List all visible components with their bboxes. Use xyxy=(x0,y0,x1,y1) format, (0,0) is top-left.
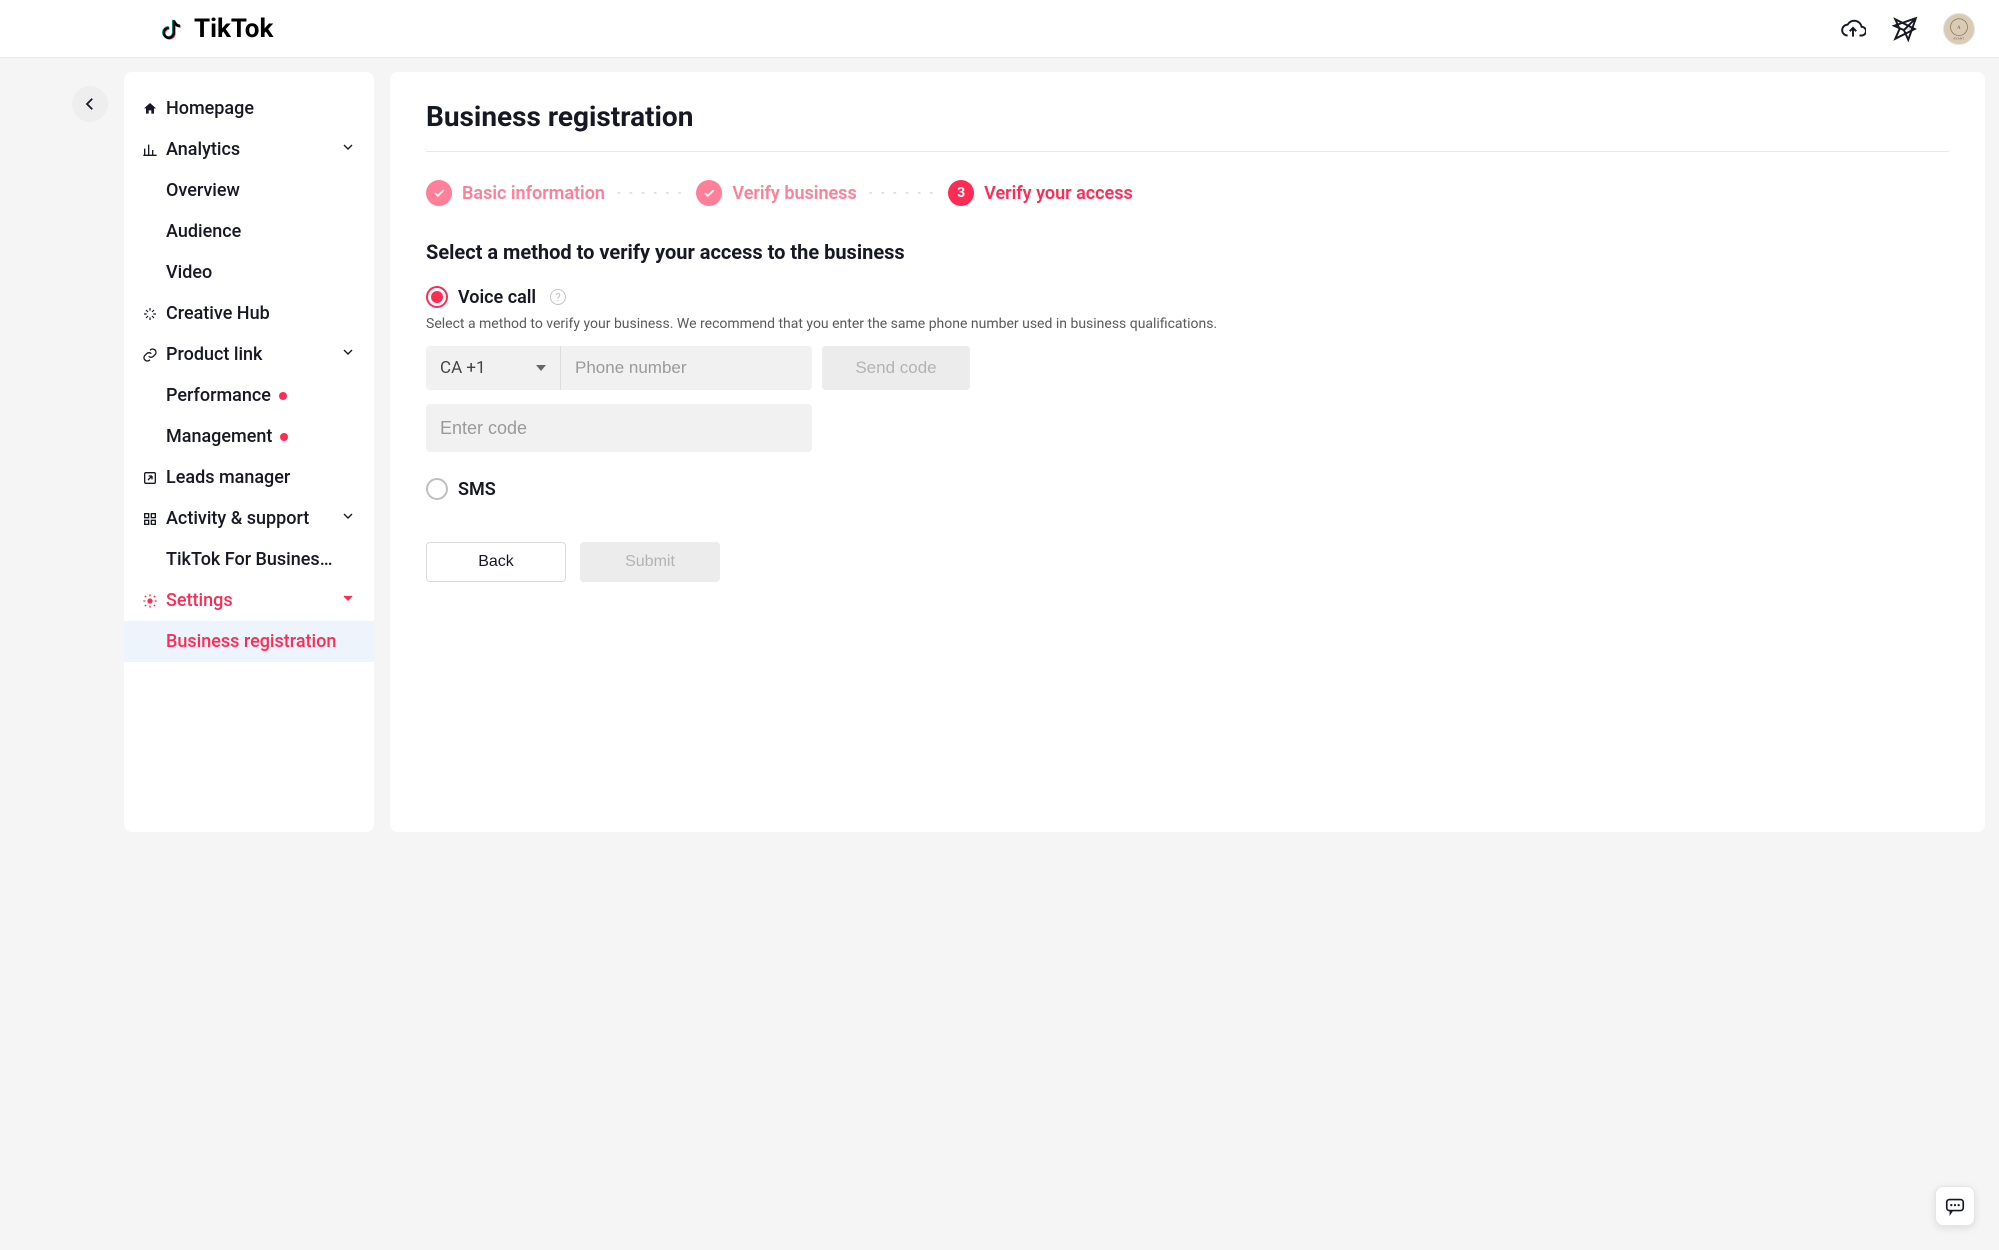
chevron-down-icon xyxy=(340,590,356,606)
sidebar-label: Activity & support xyxy=(166,508,309,529)
radio-label: Voice call xyxy=(458,287,536,308)
chat-fab[interactable] xyxy=(1935,1186,1975,1226)
sidebar-item-creative-hub[interactable]: Creative Hub xyxy=(124,293,374,334)
step-verify-business: Verify business xyxy=(696,180,856,206)
sidebar-item-leads-manager[interactable]: Leads manager xyxy=(124,457,374,498)
button-row: Back Submit xyxy=(426,542,1949,582)
sidebar-item-performance[interactable]: Performance xyxy=(124,375,374,416)
header: TikTok A AVANT xyxy=(0,0,1999,58)
step-separator: - - - - - - xyxy=(869,188,936,199)
sidebar-item-management[interactable]: Management xyxy=(124,416,374,457)
sidebar-item-analytics[interactable]: Analytics xyxy=(124,129,374,170)
section-title: Select a method to verify your access to… xyxy=(426,240,1949,264)
sidebar-label: Leads manager xyxy=(166,467,290,488)
voice-hint-text: Select a method to verify your business.… xyxy=(426,316,1949,332)
analytics-icon xyxy=(142,142,158,158)
tiktok-logo[interactable]: TikTok xyxy=(160,14,273,44)
sidebar-label: Creative Hub xyxy=(166,303,270,324)
dropdown-triangle-icon xyxy=(536,365,546,371)
notification-dot-icon xyxy=(279,392,287,400)
step-label: Verify your access xyxy=(984,183,1133,204)
sidebar-item-product-link[interactable]: Product link xyxy=(124,334,374,375)
country-code-select[interactable]: CA +1 xyxy=(426,346,560,390)
chat-icon xyxy=(1944,1195,1966,1217)
sidebar-label: Analytics xyxy=(166,139,240,160)
chevron-down-icon xyxy=(340,508,356,524)
radio-voice-call[interactable]: Voice call ? xyxy=(426,286,1949,308)
check-icon xyxy=(426,180,452,206)
step-verify-access: 3 Verify your access xyxy=(948,180,1133,206)
cloud-upload-icon[interactable] xyxy=(1839,15,1867,43)
page-title: Business registration xyxy=(426,100,1949,133)
home-icon xyxy=(142,101,158,117)
divider xyxy=(426,151,1949,152)
sidebar-item-tiktok-for-business[interactable]: TikTok For Busines… xyxy=(124,539,374,580)
sidebar-label: Overview xyxy=(166,180,240,201)
back-button[interactable]: Back xyxy=(426,542,566,582)
sidebar-label: TikTok For Busines… xyxy=(166,549,332,570)
brand-text: TikTok xyxy=(194,14,273,44)
gear-icon xyxy=(142,593,158,609)
sidebar-item-business-registration[interactable]: Business registration xyxy=(124,621,374,662)
page-wrap: Homepage Analytics Overview Audience Vid… xyxy=(0,58,1999,846)
sidebar-label: Business registration xyxy=(166,631,336,652)
verification-code-input[interactable] xyxy=(426,404,812,452)
external-icon xyxy=(142,470,158,486)
send-icon[interactable] xyxy=(1891,15,1919,43)
header-right: A AVANT xyxy=(1839,13,1975,45)
sidebar-item-settings[interactable]: Settings xyxy=(124,580,374,621)
country-code-value: CA +1 xyxy=(440,358,486,378)
svg-text:A: A xyxy=(1957,26,1961,31)
sidebar-label: Audience xyxy=(166,221,241,242)
radio-indicator xyxy=(426,286,448,308)
tiktok-note-icon xyxy=(160,14,190,44)
stepper: Basic information - - - - - - Verify bus… xyxy=(426,180,1949,206)
submit-button[interactable]: Submit xyxy=(580,542,720,582)
radio-sms[interactable]: SMS xyxy=(426,478,1949,500)
step-basic-information: Basic information xyxy=(426,180,605,206)
sidebar-collapse-button[interactable] xyxy=(72,86,108,122)
sidebar-label: Settings xyxy=(166,590,233,611)
link-icon xyxy=(142,347,158,363)
step-label: Verify business xyxy=(732,183,856,204)
step-number-badge: 3 xyxy=(948,180,974,206)
sidebar-item-video[interactable]: Video xyxy=(124,252,374,293)
radio-label: SMS xyxy=(458,479,496,500)
svg-text:AVANT: AVANT xyxy=(1953,36,1964,40)
check-icon xyxy=(696,180,722,206)
chevron-down-icon xyxy=(340,139,356,155)
grid-icon xyxy=(142,511,158,527)
step-separator: - - - - - - xyxy=(617,188,684,199)
sparkle-icon xyxy=(142,306,158,322)
send-code-button[interactable]: Send code xyxy=(822,346,970,390)
sidebar: Homepage Analytics Overview Audience Vid… xyxy=(124,72,374,832)
sidebar-item-audience[interactable]: Audience xyxy=(124,211,374,252)
avatar[interactable]: A AVANT xyxy=(1943,13,1975,45)
sidebar-label: Video xyxy=(166,262,212,283)
sidebar-label: Performance xyxy=(166,385,271,406)
sidebar-label: Product link xyxy=(166,344,262,365)
info-icon[interactable]: ? xyxy=(550,289,566,305)
radio-indicator xyxy=(426,478,448,500)
phone-number-input[interactable] xyxy=(560,346,812,390)
sidebar-label: Management xyxy=(166,426,272,447)
step-label: Basic information xyxy=(462,183,605,204)
sidebar-item-homepage[interactable]: Homepage xyxy=(124,88,374,129)
sidebar-item-activity-support[interactable]: Activity & support xyxy=(124,498,374,539)
sidebar-label: Homepage xyxy=(166,98,254,119)
main-card: Business registration Basic information … xyxy=(390,72,1985,832)
chevron-down-icon xyxy=(340,344,356,360)
notification-dot-icon xyxy=(280,433,288,441)
phone-input-row: CA +1 Send code xyxy=(426,346,1949,390)
sidebar-item-overview[interactable]: Overview xyxy=(124,170,374,211)
